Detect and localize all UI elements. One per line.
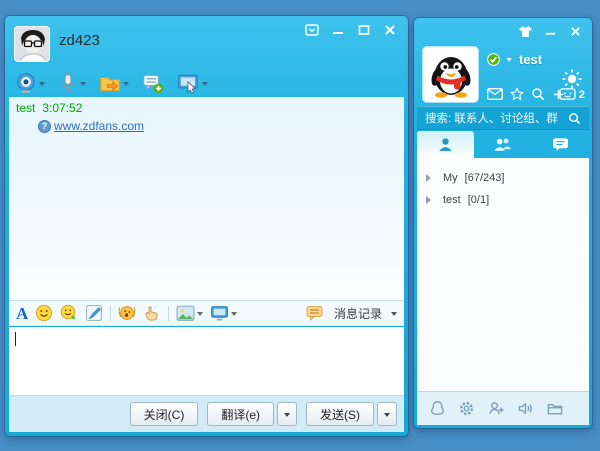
status-dropdown[interactable]: [506, 58, 512, 65]
screen-send-icon[interactable]: [210, 305, 229, 322]
speaker-icon[interactable]: [517, 400, 534, 417]
emoticon-icon[interactable]: [35, 304, 53, 322]
chat-window-controls: [302, 22, 400, 38]
qzone-badge-icon: [559, 87, 576, 102]
chat-window: zd423: [5, 16, 408, 436]
conversations-tab-icon: [552, 137, 569, 152]
toolbar-divider: [110, 306, 111, 321]
message-input[interactable]: [9, 327, 404, 395]
input-toolbar: A: [9, 300, 404, 326]
shake-window-icon[interactable]: [118, 304, 136, 322]
penguin-icon[interactable]: [429, 400, 446, 417]
screen-send-dropdown[interactable]: [231, 312, 237, 319]
tab-conversations[interactable]: [532, 131, 589, 158]
search-bar[interactable]: 搜索: 联系人、讨论组、群: [417, 106, 589, 130]
group-name: My: [443, 172, 458, 184]
window-style-button[interactable]: [302, 22, 322, 38]
magic-emoticon-icon[interactable]: [60, 304, 78, 322]
search-placeholder: 搜索: 联系人、讨论组、群: [425, 110, 568, 126]
history-button[interactable]: 消息记录: [334, 305, 382, 322]
text-caret: [15, 332, 16, 346]
send-button[interactable]: 发送(S): [306, 402, 374, 426]
contacts-tab-icon: [436, 137, 455, 152]
send-file-icon[interactable]: [99, 73, 121, 93]
image-dropdown[interactable]: [197, 312, 203, 319]
discussion-plus-icon[interactable]: [142, 73, 164, 94]
qzone-badge[interactable]: 2: [559, 87, 585, 102]
send-dropdown[interactable]: [377, 402, 397, 426]
nudge-hand-icon[interactable]: [143, 304, 161, 322]
message-bubble: ? www.zdfans.com: [38, 119, 397, 133]
close-button[interactable]: [565, 23, 585, 39]
username[interactable]: test: [519, 52, 542, 67]
webcam-icon[interactable]: [15, 72, 37, 94]
chat-toolbar: [15, 70, 221, 96]
mail-icon[interactable]: [487, 88, 503, 100]
tab-contacts[interactable]: [417, 131, 474, 158]
user-avatar[interactable]: [423, 47, 478, 102]
status-row: test: [487, 52, 542, 67]
main-window-controls: [515, 23, 585, 39]
remote-desktop-icon[interactable]: [177, 73, 200, 94]
translate-button[interactable]: 翻译(e): [207, 402, 274, 426]
expand-arrow-icon: [426, 174, 435, 182]
search-icon[interactable]: [568, 112, 581, 125]
link-bullet-icon: ?: [38, 120, 51, 133]
history-dropdown[interactable]: [391, 312, 397, 319]
minimize-button[interactable]: [328, 22, 348, 38]
font-icon[interactable]: A: [16, 305, 28, 322]
close-button[interactable]: [380, 22, 400, 38]
chat-peer-avatar[interactable]: [14, 26, 50, 62]
expand-arrow-icon: [426, 196, 435, 204]
add-contact-icon[interactable]: [487, 400, 505, 417]
status-check-icon[interactable]: [487, 53, 500, 66]
quick-icons-row: [487, 87, 565, 101]
magnifier-icon[interactable]: [531, 87, 545, 101]
contact-group-row[interactable]: My [67/243]: [417, 167, 589, 189]
history-bubble-icon[interactable]: [306, 305, 324, 321]
folder-icon[interactable]: [546, 400, 564, 417]
group-count: [67/243]: [465, 172, 505, 184]
microphone-icon[interactable]: [58, 72, 78, 94]
message-link[interactable]: www.zdfans.com: [54, 119, 144, 133]
maximize-button[interactable]: [354, 22, 374, 38]
screenshot-icon[interactable]: [85, 304, 103, 322]
badge-count: 2: [579, 89, 585, 101]
message-sender: test: [16, 101, 35, 115]
contact-group-row[interactable]: test [0/1]: [417, 189, 589, 211]
video-call-dropdown[interactable]: [39, 82, 45, 89]
chat-button-bar: 关闭(C) 翻译(e) 发送(S): [9, 395, 404, 432]
close-chat-button[interactable]: 关闭(C): [130, 402, 199, 426]
main-window: test 2 搜索: 联系人、讨论组、群: [414, 18, 592, 428]
voice-call-dropdown[interactable]: [80, 82, 86, 89]
change-skin-button[interactable]: [515, 23, 535, 39]
message-time: 3:07:52: [42, 101, 82, 115]
group-name: test: [443, 194, 461, 206]
tab-bar: [417, 131, 589, 158]
tab-groups[interactable]: [474, 131, 531, 158]
toolbar-divider: [168, 306, 169, 321]
message-meta: test 3:07:52: [16, 101, 397, 115]
minimize-button[interactable]: [540, 23, 560, 39]
groups-tab-icon: [492, 137, 513, 152]
image-icon[interactable]: [176, 305, 195, 322]
translate-dropdown[interactable]: [277, 402, 297, 426]
chevron-down-icon: [384, 413, 390, 420]
contact-list: My [67/243] test [0/1]: [417, 158, 589, 391]
send-file-dropdown[interactable]: [123, 82, 129, 89]
chevron-down-icon: [284, 413, 290, 420]
chat-window-title: zd423: [59, 32, 100, 49]
star-icon[interactable]: [510, 87, 524, 101]
gear-icon[interactable]: [458, 400, 475, 417]
desktop-background: zd423: [0, 0, 600, 451]
main-footer-toolbar: [417, 391, 589, 425]
message-area[interactable]: test 3:07:52 ? www.zdfans.com: [9, 97, 404, 300]
remote-assist-dropdown[interactable]: [202, 82, 208, 89]
group-count: [0/1]: [468, 194, 489, 206]
